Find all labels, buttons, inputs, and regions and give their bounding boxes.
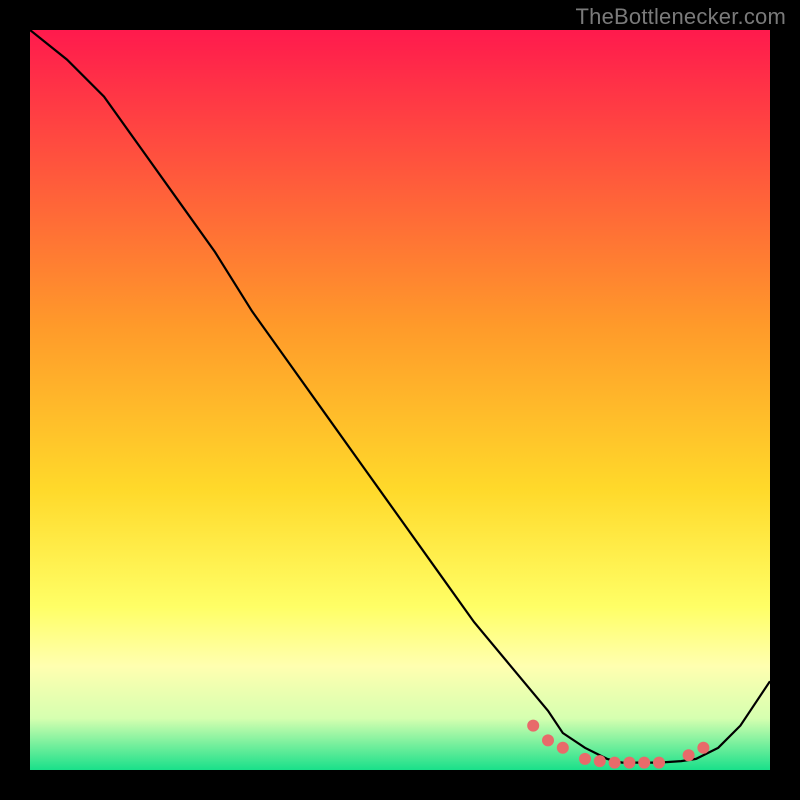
chart-marker [683,749,695,761]
watermark-text: TheBottlenecker.com [576,4,786,30]
chart-marker [697,742,709,754]
chart-plot-area [30,30,770,770]
chart-marker [638,757,650,769]
chart-marker [623,757,635,769]
chart-marker [594,755,606,767]
chart-background [30,30,770,770]
chart-marker [579,753,591,765]
chart-svg [30,30,770,770]
chart-marker [653,757,665,769]
chart-marker [527,720,539,732]
chart-root: TheBottlenecker.com [0,0,800,800]
chart-marker [542,734,554,746]
chart-marker [557,742,569,754]
chart-marker [609,757,621,769]
